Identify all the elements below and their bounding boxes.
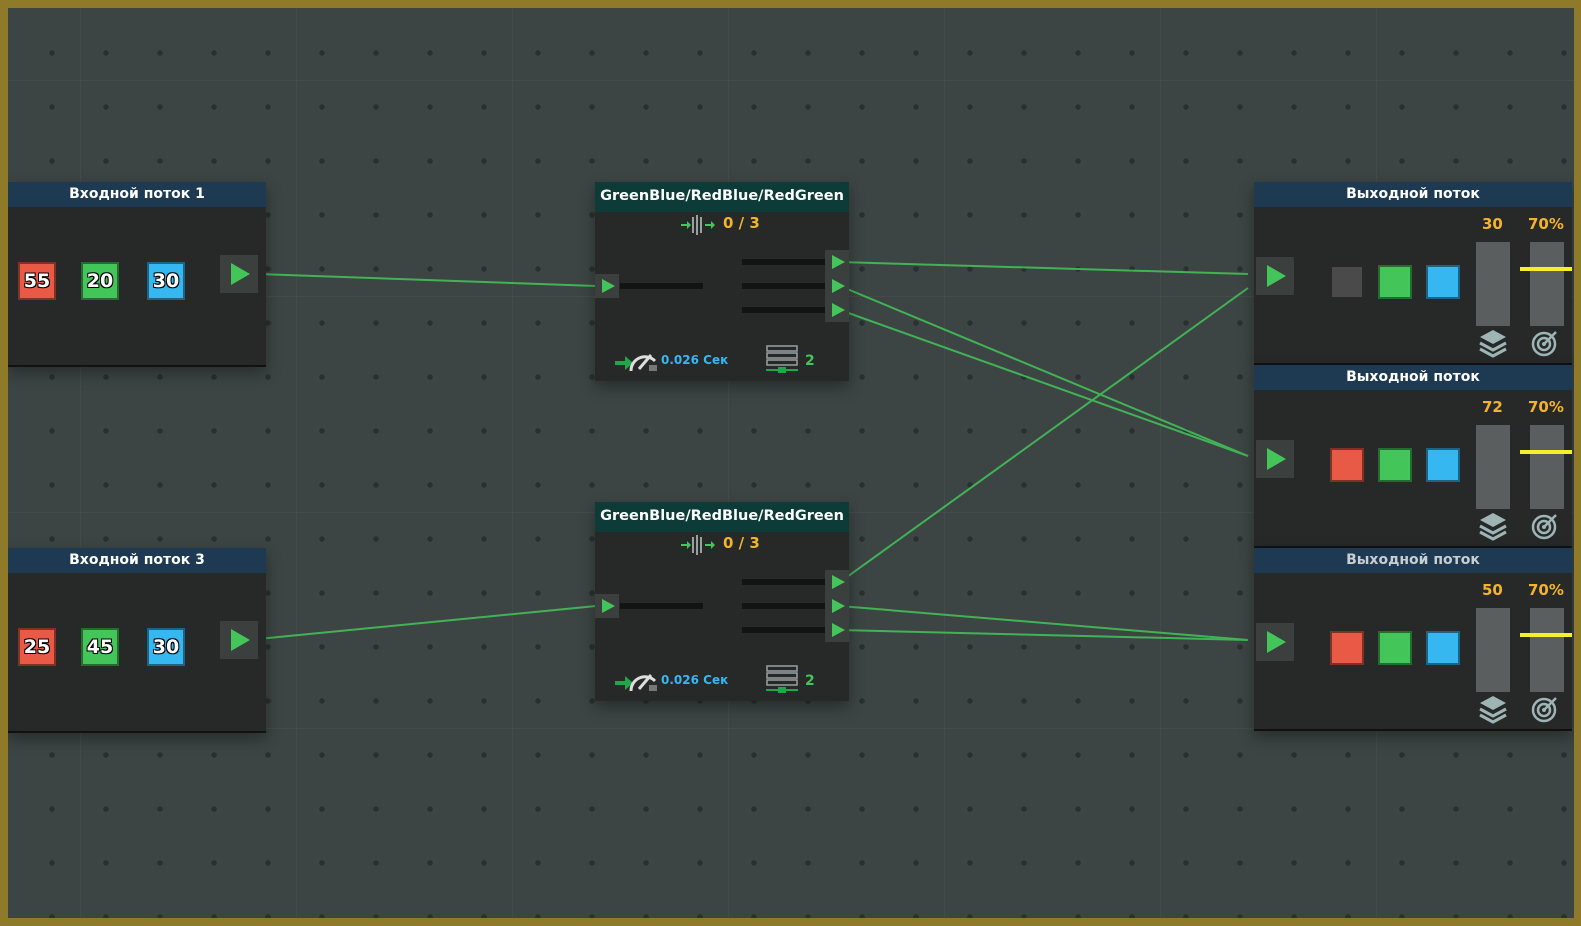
target-line <box>1520 633 1572 638</box>
green-square <box>1378 631 1412 665</box>
output-port-1-play-icon[interactable] <box>825 250 849 274</box>
wire-s1out1-output1 <box>839 261 1249 275</box>
input-port-play-icon[interactable] <box>1256 257 1294 295</box>
counter-value: 0 / 3 <box>723 214 760 232</box>
red-square <box>1330 631 1364 665</box>
buffer-stack-icon <box>766 345 798 373</box>
input-port-play-icon[interactable] <box>595 594 619 618</box>
wire-input1-splitter1 <box>257 273 597 287</box>
input-bar <box>620 603 703 609</box>
red-count-box: 55 <box>18 262 56 300</box>
target-icon <box>1531 331 1557 357</box>
percent-value: 70% <box>1528 398 1564 416</box>
target-icon <box>1531 514 1557 540</box>
output-port-1-play-icon[interactable] <box>825 570 849 594</box>
wire-s1out2-output2 <box>839 285 1249 457</box>
throughput-counter: 0 / 3 <box>681 214 801 235</box>
output-port-play-icon[interactable] <box>220 621 258 659</box>
wire-input3-splitter2 <box>257 605 597 640</box>
output-port-2-play-icon[interactable] <box>825 274 849 298</box>
item-count: 30 <box>1482 215 1503 233</box>
green-square <box>1378 265 1412 299</box>
output-bar-1 <box>742 579 825 585</box>
item-count: 72 <box>1482 398 1503 416</box>
counter-value: 0 / 3 <box>723 534 760 552</box>
target-line <box>1520 267 1572 272</box>
splitter-title: GreenBlue/RedBlue/RedGreen <box>595 502 849 532</box>
output-port-3-play-icon[interactable] <box>825 618 849 642</box>
gray-square <box>1330 265 1364 299</box>
speed-gauge-icon <box>615 674 657 692</box>
throughput-counter-icon <box>681 215 715 235</box>
blue-count-box: 30 <box>147 262 185 300</box>
percent-value: 70% <box>1528 581 1564 599</box>
throughput-counter-icon <box>681 535 715 555</box>
splitter-node-2[interactable]: GreenBlue/RedBlue/RedGreen 0 / 3 0.026 С… <box>595 502 849 701</box>
splitter-node-1[interactable]: GreenBlue/RedBlue/RedGreen 0 / 3 0.026 С… <box>595 182 849 381</box>
input-bar <box>620 283 703 289</box>
input-port-play-icon[interactable] <box>595 274 619 298</box>
input-port-play-icon[interactable] <box>1256 623 1294 661</box>
input-node-3[interactable]: Входной поток 3 25 45 30 <box>8 548 266 733</box>
layers-icon <box>1479 513 1507 541</box>
buffer-stack-icon <box>766 665 798 693</box>
output-node-title: Выходной поток <box>1254 182 1572 207</box>
game-board: Входной поток 1 55 20 30 Входной поток 3… <box>8 8 1574 918</box>
output-port-2-play-icon[interactable] <box>825 594 849 618</box>
output-node-1[interactable]: Выходной поток 30 70% <box>1254 182 1572 365</box>
output-bar-3 <box>742 627 825 633</box>
throughput-counter: 0 / 3 <box>681 534 801 555</box>
count-bar <box>1476 425 1510 509</box>
percent-value: 70% <box>1528 215 1564 233</box>
output-node-title: Выходной поток <box>1254 365 1572 390</box>
input-node-1[interactable]: Входной поток 1 55 20 30 <box>8 182 266 367</box>
target-icon <box>1531 697 1557 723</box>
output-bar-2 <box>742 283 825 289</box>
output-node-3[interactable]: Выходной поток 50 70% <box>1254 548 1572 731</box>
green-count-box: 20 <box>81 262 119 300</box>
blue-count-box: 30 <box>147 628 185 666</box>
output-port-3-play-icon[interactable] <box>825 298 849 322</box>
count-bar <box>1476 608 1510 692</box>
item-count: 50 <box>1482 581 1503 599</box>
count-bar <box>1476 242 1510 326</box>
red-count-box: 25 <box>18 628 56 666</box>
percent-bar <box>1530 425 1564 509</box>
percent-bar <box>1530 242 1564 326</box>
red-square <box>1330 448 1364 482</box>
output-bar-2 <box>742 603 825 609</box>
input-node-title: Входной поток 1 <box>8 182 266 207</box>
percent-bar <box>1530 608 1564 692</box>
green-square <box>1378 448 1412 482</box>
speed-value: 0.026 Сек <box>661 673 729 687</box>
output-node-title: Выходной поток <box>1254 548 1572 573</box>
buffer-value: 2 <box>805 353 815 369</box>
blue-square <box>1426 265 1460 299</box>
target-line <box>1520 450 1572 455</box>
output-bar-3 <box>742 307 825 313</box>
input-port-play-icon[interactable] <box>1256 440 1294 478</box>
output-bar-1 <box>742 259 825 265</box>
buffer-value: 2 <box>805 673 815 689</box>
splitter-title: GreenBlue/RedBlue/RedGreen <box>595 182 849 212</box>
speed-value: 0.026 Сек <box>661 353 729 367</box>
speed-gauge-icon <box>615 354 657 372</box>
layers-icon <box>1479 330 1507 358</box>
output-node-2[interactable]: Выходной поток 72 70% <box>1254 365 1572 548</box>
output-port-play-icon[interactable] <box>220 255 258 293</box>
input-node-title: Входной поток 3 <box>8 548 266 573</box>
blue-square <box>1426 448 1460 482</box>
layers-icon <box>1479 696 1507 724</box>
blue-square <box>1426 631 1460 665</box>
green-count-box: 45 <box>81 628 119 666</box>
